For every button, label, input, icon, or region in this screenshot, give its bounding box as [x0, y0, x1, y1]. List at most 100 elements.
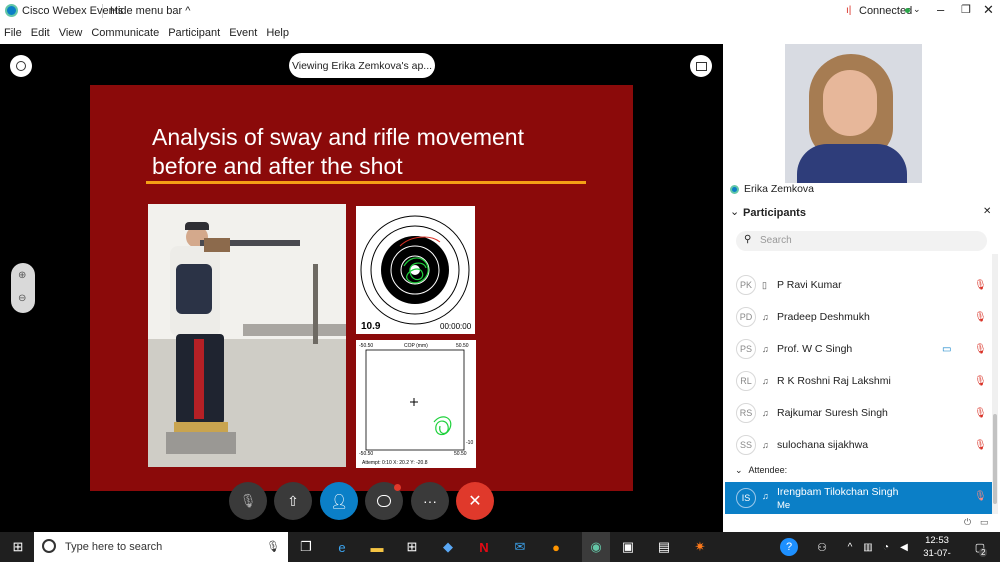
list-item[interactable]: RS ♫ Rajkumar Suresh Singh 🎙︎ — [723, 397, 990, 429]
search-icon — [42, 539, 56, 553]
close-panel-icon[interactable]: ✕ — [983, 206, 991, 217]
dropbox-icon[interactable]: ◆ — [438, 537, 458, 557]
close-icon: ✕ — [468, 493, 482, 510]
viewing-indicator[interactable]: Viewing Erika Zemkova's ap... — [289, 53, 435, 78]
status-dot-icon — [905, 8, 910, 13]
layout-button[interactable] — [690, 55, 712, 77]
plot-bottom-right: 50.50 — [454, 451, 467, 457]
info-button[interactable] — [10, 55, 32, 77]
mute-button[interactable]: 🎙︎ — [229, 482, 267, 520]
screen-capture-icon[interactable]: ▣ — [618, 537, 638, 557]
athlete-cap — [185, 222, 209, 230]
chevron-up-icon: ^ — [185, 5, 191, 17]
more-options-button[interactable]: ··· — [411, 482, 449, 520]
selected-participant-row[interactable]: IS ♫ Irengbam Tilokchan Singh Me 🎙︎ — [725, 482, 992, 514]
search-box[interactable]: ⚲ Search — [736, 231, 987, 251]
app-icon[interactable]: ✷ — [690, 537, 710, 557]
list-item[interactable]: PS ♫ Prof. W C Singh ▭ 🎙︎ — [723, 333, 990, 365]
terminal-icon[interactable]: ▤ — [654, 537, 674, 557]
zoom-in-icon[interactable]: ⊕ — [18, 270, 26, 281]
chat-button[interactable] — [365, 482, 403, 520]
zoom-out-icon[interactable]: ⊖ — [18, 293, 26, 304]
info-icon — [16, 61, 26, 71]
person-icon: 👤︎ — [330, 492, 348, 509]
mic-muted-icon: 🎙︎ — [239, 493, 257, 508]
title-bar: Cisco Webex Events Hide menu bar ^ ı| Co… — [0, 0, 1000, 22]
power-icon[interactable]: ⏻ — [964, 517, 971, 528]
participant-name: Rajkumar Suresh Singh — [777, 407, 888, 419]
slide-underline — [146, 181, 586, 184]
wifi-icon[interactable]: ◔ — [876, 537, 896, 557]
leave-meeting-button[interactable]: ✕ — [456, 482, 494, 520]
menu-participant[interactable]: Participant — [168, 27, 220, 39]
mail-icon[interactable]: ✉ — [510, 537, 530, 557]
chevron-up-icon[interactable]: ^ — [840, 537, 860, 557]
presenter-name: Erika Zemkova — [744, 183, 815, 195]
close-window-icon[interactable]: ✕ — [983, 2, 994, 18]
target-time: 00:00:00 — [440, 322, 472, 331]
clock-time: 12:53 — [925, 535, 949, 546]
list-item[interactable]: PD ♫ Pradeep Deshmukh 🎙︎ — [723, 301, 990, 333]
task-view-icon[interactable]: ❐ — [296, 537, 316, 557]
menu-view[interactable]: View — [59, 27, 83, 39]
video-face — [823, 70, 877, 136]
mic-muted-icon: 🎙︎ — [974, 439, 987, 451]
scrollbar-thumb[interactable] — [993, 414, 997, 504]
microphone-icon[interactable]: 🎙︎ — [266, 540, 280, 553]
headset-icon: ♫ — [762, 408, 769, 418]
phone-icon: ▯ — [762, 279, 767, 290]
file-explorer-icon[interactable]: ▬ — [367, 537, 387, 557]
taskbar-search[interactable]: Type here to search 🎙︎ — [34, 532, 288, 562]
clock[interactable]: 12:53 31-07-2020 — [913, 534, 961, 573]
signal-icon: ı| — [846, 5, 852, 16]
scrollbar-track[interactable] — [992, 254, 998, 514]
people-icon[interactable]: ⚇ — [812, 537, 832, 557]
firefox-icon[interactable]: ● — [546, 537, 566, 557]
webex-taskbar-icon[interactable]: ◉ — [582, 532, 610, 562]
store-icon[interactable]: ⊞ — [402, 537, 422, 557]
volume-icon[interactable]: ◀ — [894, 537, 914, 557]
athlete-shoes — [174, 422, 228, 432]
athlete-photo — [148, 204, 346, 467]
menu-edit[interactable]: Edit — [31, 27, 50, 39]
minimize-icon[interactable]: – — [937, 2, 944, 17]
participant-name: R K Roshni Raj Lakshmi — [777, 375, 891, 387]
cop-trace — [433, 416, 452, 436]
mic-muted-icon: 🎙︎ — [974, 407, 987, 419]
taskbar-search-input[interactable]: Type here to search — [65, 541, 162, 553]
windows-start-icon[interactable]: ⊞ — [8, 537, 28, 557]
photo-table — [243, 324, 346, 336]
plot-right-label: -10 — [466, 440, 473, 446]
attendee-section-header[interactable]: ⌄ Attendee: — [735, 465, 787, 476]
hide-menu-bar-button[interactable]: Hide menu bar ^ — [110, 5, 190, 17]
chevron-down-icon: ⌄ — [735, 465, 743, 475]
menu-event[interactable]: Event — [229, 27, 257, 39]
netflix-icon[interactable]: N — [474, 537, 494, 557]
search-input[interactable]: Search — [760, 235, 792, 246]
chat-small-icon[interactable]: ▭ — [980, 517, 989, 528]
menu-help[interactable]: Help — [266, 27, 289, 39]
participant-name: Irengbam Tilokchan Singh — [777, 486, 899, 498]
help-icon[interactable]: ? — [780, 538, 798, 556]
participant-name: sulochana sijakhwa — [777, 439, 869, 451]
presenter-video[interactable] — [785, 44, 922, 183]
mic-muted-icon: 🎙︎ — [974, 375, 987, 387]
edge-icon[interactable]: e — [332, 537, 352, 557]
share-button[interactable]: ⇧ — [274, 482, 312, 520]
list-item[interactable]: SS ♫ sulochana sijakhwa 🎙︎ — [723, 429, 990, 461]
network-icon[interactable]: ▥ — [858, 537, 878, 557]
list-item[interactable]: RL ♫ R K Roshni Raj Lakshmi 🎙︎ — [723, 365, 990, 397]
app-title: Cisco Webex Events — [22, 5, 124, 17]
menu-file[interactable]: File — [4, 27, 22, 39]
headset-icon: ♫ — [762, 491, 769, 501]
participants-button[interactable]: 👤︎ — [320, 482, 358, 520]
list-item[interactable]: PK ▯ P Ravi Kumar 🎙︎ — [723, 269, 990, 301]
status-chevron-icon[interactable]: ⌄ — [913, 4, 921, 15]
menu-communicate[interactable]: Communicate — [91, 27, 159, 39]
collapse-chevron-icon[interactable]: ⌄ — [730, 205, 739, 218]
rifle-stock — [204, 238, 230, 252]
attendee-label: Attendee: — [748, 465, 788, 475]
mic-muted-icon: 🎙︎ — [974, 311, 987, 323]
photo-platform — [166, 432, 236, 454]
restore-icon[interactable]: ❐ — [961, 3, 971, 16]
